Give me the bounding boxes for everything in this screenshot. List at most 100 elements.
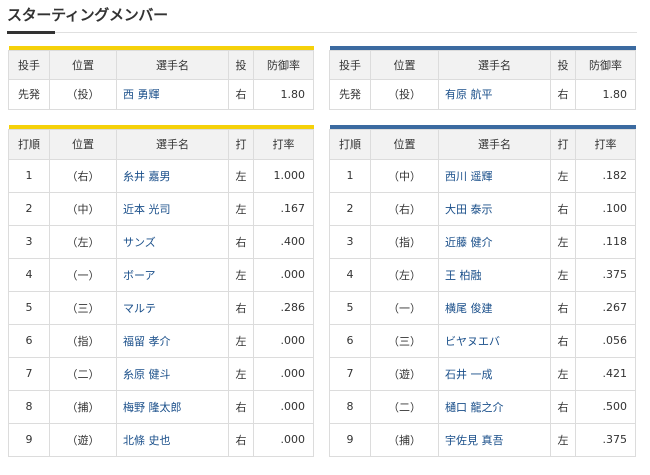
- table-row: 先発 （投） 有原 航平右 1.80: [329, 78, 636, 110]
- column-header: 選手名: [438, 128, 551, 160]
- stat-cell: .000: [253, 356, 314, 391]
- position-cell: （右）: [370, 191, 439, 226]
- table-row: 5 （一） 横尾 俊建右 .267: [329, 290, 636, 325]
- position-cell: （指）: [49, 323, 117, 358]
- stat-cell: .182: [575, 158, 636, 193]
- position-cell: （遊）: [370, 356, 439, 391]
- hand-cell: 左: [550, 356, 576, 391]
- order-cell: 先発: [8, 78, 50, 110]
- stat-cell: 1.80: [575, 78, 636, 110]
- hand-cell: 右: [228, 422, 254, 457]
- column-header: 位置: [49, 128, 117, 160]
- player-name[interactable]: 横尾 俊建: [438, 290, 551, 325]
- table-row: 1 （中） 西川 遥輝左 .182: [329, 158, 636, 193]
- player-name[interactable]: サンズ: [116, 224, 229, 259]
- hand-cell: 右: [228, 290, 254, 325]
- page-title: スターティングメンバー: [7, 6, 168, 24]
- player-name[interactable]: 福留 孝介: [116, 323, 229, 358]
- column-header: 投手: [8, 49, 50, 80]
- table-row: 4 （左）王 柏融左 .375: [329, 257, 636, 292]
- column-header: 打率: [253, 128, 314, 160]
- header-row: 打順 位置 選手名 打 打率: [329, 128, 636, 160]
- table-row: 5 （三） マルテ右 .286: [8, 290, 314, 325]
- position-cell: （捕）: [370, 422, 439, 457]
- stat-cell: .000: [253, 323, 314, 358]
- position-cell: （二）: [370, 389, 439, 424]
- position-cell: （三）: [370, 323, 439, 358]
- position-cell: （左）: [49, 224, 117, 259]
- order-cell: 5: [329, 290, 371, 325]
- column-header: 位置: [49, 49, 117, 80]
- stat-cell: .400: [253, 224, 314, 259]
- title-divider: [7, 32, 637, 33]
- player-name[interactable]: 近本 光司: [116, 191, 229, 226]
- hand-cell: 右: [550, 290, 576, 325]
- home-lineup-table: 打順 位置 選手名 打 打率 1 （右） 糸井 嘉男左 1.000 2 （中） 近本 光司左…: [8, 125, 314, 457]
- stat-cell: .375: [575, 422, 636, 457]
- player-name[interactable]: 有原 航平: [438, 78, 551, 110]
- table-row: 6 （三） ビヤヌエバ右 .056: [329, 323, 636, 358]
- player-name[interactable]: 宇佐見 真吾: [438, 422, 551, 457]
- player-name[interactable]: ビヤヌエバ: [438, 323, 551, 358]
- stat-cell: .000: [253, 422, 314, 457]
- stat-cell: .056: [575, 323, 636, 358]
- position-cell: （右）: [49, 158, 117, 193]
- player-name[interactable]: 糸井 嘉男: [116, 158, 229, 193]
- order-cell: 7: [329, 356, 371, 391]
- order-cell: 2: [329, 191, 371, 226]
- order-cell: 先発: [329, 78, 371, 110]
- player-name[interactable]: 樋口 龍之介: [438, 389, 551, 424]
- player-name[interactable]: 石井 一成: [438, 356, 551, 391]
- hand-cell: 右: [550, 191, 576, 226]
- table-row: 2 （右） 大田 泰示右 .100: [329, 191, 636, 226]
- stat-cell: .167: [253, 191, 314, 226]
- player-name[interactable]: 西 勇輝: [116, 78, 229, 110]
- player-name[interactable]: 糸原 健斗: [116, 356, 229, 391]
- order-cell: 3: [329, 224, 371, 259]
- order-cell: 9: [329, 422, 371, 457]
- player-name[interactable]: 西川 遥輝: [438, 158, 551, 193]
- hand-cell: 右: [550, 78, 576, 110]
- player-name[interactable]: 北條 史也: [116, 422, 229, 457]
- column-header: 打順: [8, 128, 50, 160]
- player-name[interactable]: 梅野 隆太郎: [116, 389, 229, 424]
- stat-cell: .267: [575, 290, 636, 325]
- position-cell: （三）: [49, 290, 117, 325]
- order-cell: 6: [8, 323, 50, 358]
- column-header: 投: [228, 49, 254, 80]
- stat-cell: .286: [253, 290, 314, 325]
- order-cell: 8: [8, 389, 50, 424]
- player-name[interactable]: 王 柏融: [438, 257, 551, 292]
- stat-cell: 1.000: [253, 158, 314, 193]
- table-row: 先発 （投）西 勇輝右 1.80: [8, 78, 314, 110]
- player-name[interactable]: マルテ: [116, 290, 229, 325]
- position-cell: （投）: [370, 78, 439, 110]
- hand-cell: 左: [228, 323, 254, 358]
- column-header: 投: [550, 49, 576, 80]
- table-row: 7 （二） 糸原 健斗左 .000: [8, 356, 314, 391]
- position-cell: （投）: [49, 78, 117, 110]
- position-cell: （中）: [370, 158, 439, 193]
- player-name[interactable]: 近藤 健介: [438, 224, 551, 259]
- hand-cell: 左: [228, 158, 254, 193]
- position-cell: （左）: [370, 257, 439, 292]
- stat-cell: 1.80: [253, 78, 314, 110]
- order-cell: 1: [329, 158, 371, 193]
- order-cell: 3: [8, 224, 50, 259]
- order-cell: 4: [8, 257, 50, 292]
- column-header: 投手: [329, 49, 371, 80]
- position-cell: （二）: [49, 356, 117, 391]
- position-cell: （一）: [49, 257, 117, 292]
- column-header: 選手名: [438, 49, 551, 80]
- hand-cell: 右: [550, 323, 576, 358]
- order-cell: 2: [8, 191, 50, 226]
- column-header: 位置: [370, 128, 439, 160]
- hand-cell: 左: [550, 257, 576, 292]
- table-row: 3 （指） 近藤 健介左 .118: [329, 224, 636, 259]
- player-name[interactable]: 大田 泰示: [438, 191, 551, 226]
- away-lineup-table: 打順 位置 選手名 打 打率 1 （中） 西川 遥輝左 .182 2 （右） 大田 泰示右.…: [329, 125, 636, 457]
- table-row: 3 （左） サンズ右 .400: [8, 224, 314, 259]
- player-name[interactable]: ボーア: [116, 257, 229, 292]
- order-cell: 9: [8, 422, 50, 457]
- order-cell: 6: [329, 323, 371, 358]
